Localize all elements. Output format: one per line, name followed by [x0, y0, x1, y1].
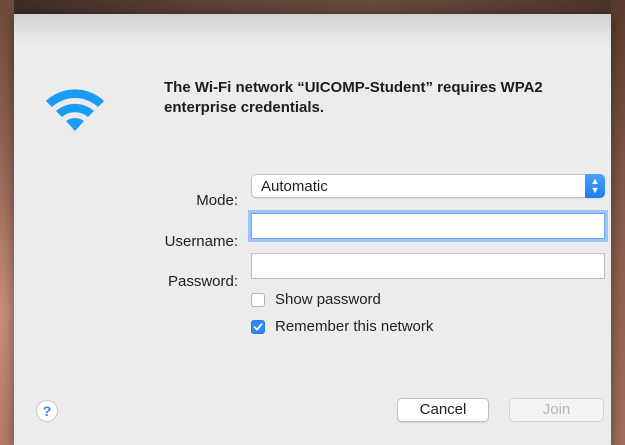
mode-popup[interactable]: Automatic ▲ ▼	[251, 174, 605, 198]
wifi-credentials-dialog: The Wi-Fi network “UICOMP-Student” requi…	[14, 14, 611, 445]
show-password-label: Show password	[275, 291, 381, 308]
username-label: Username:	[164, 233, 238, 250]
desktop-background-right	[611, 0, 625, 445]
password-label: Password:	[167, 273, 238, 290]
wifi-icon	[42, 74, 108, 140]
help-button[interactable]: ?	[36, 400, 58, 422]
mode-value: Automatic	[261, 178, 328, 195]
cancel-button[interactable]: Cancel	[397, 398, 489, 422]
checkmark-icon[interactable]	[251, 320, 265, 334]
checkbox-unchecked[interactable]	[251, 293, 265, 307]
desktop-background-left	[0, 0, 14, 445]
dialog-title-area	[14, 14, 611, 46]
password-field[interactable]	[251, 253, 605, 279]
dialog-message: The Wi-Fi network “UICOMP-Student” requi…	[164, 79, 543, 116]
desktop-background	[0, 0, 625, 14]
mode-label: Mode:	[196, 192, 238, 209]
remember-network-label: Remember this network	[275, 318, 434, 335]
chevron-up-down-icon: ▲ ▼	[585, 174, 605, 198]
username-field[interactable]	[251, 213, 605, 239]
join-button[interactable]: Join	[509, 398, 604, 422]
